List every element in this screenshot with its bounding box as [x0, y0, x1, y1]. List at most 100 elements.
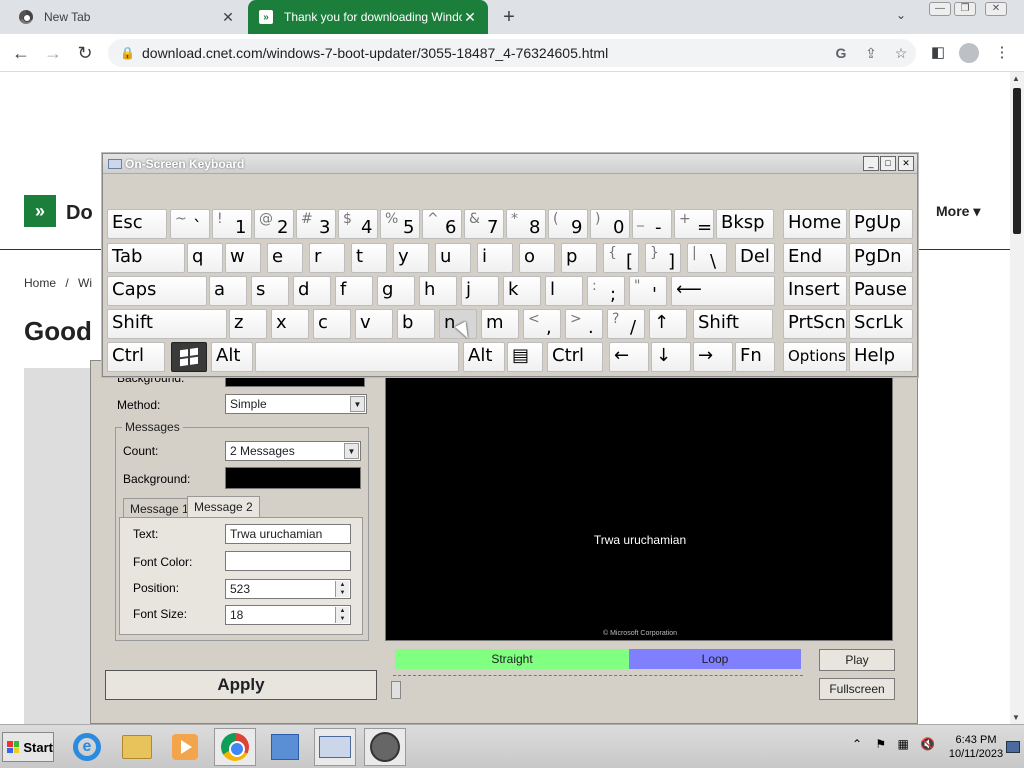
key-symbol[interactable]: ↑	[649, 309, 687, 339]
close-icon[interactable]: ✕	[220, 9, 236, 26]
key-z[interactable]: z	[229, 309, 267, 339]
spinner-arrows-icon[interactable]: ▲ ▼	[335, 607, 349, 623]
key-v[interactable]: v	[355, 309, 393, 339]
loop-segment[interactable]: Loop	[629, 649, 801, 669]
osk-minimize-button[interactable]: _	[863, 156, 879, 171]
key-3[interactable]: #3	[296, 209, 336, 239]
key-q[interactable]: q	[187, 243, 223, 273]
key-[interactable]: | \	[687, 243, 727, 273]
key-8[interactable]: * 8	[506, 209, 546, 239]
key-ctrl[interactable]: Ctrl	[547, 342, 603, 372]
tray-expand-chevron-icon[interactable]: ⌃	[852, 737, 862, 751]
straight-segment[interactable]: Straight	[395, 649, 629, 669]
key-ctrl[interactable]: Ctrl	[107, 342, 165, 372]
flag-icon[interactable]: ⚑	[875, 737, 886, 751]
key-i[interactable]: i	[477, 243, 513, 273]
key-help[interactable]: Help	[849, 342, 913, 372]
key-j[interactable]: j	[461, 276, 499, 306]
key-6[interactable]: ^ 6	[422, 209, 462, 239]
breadcrumb-item[interactable]: Wi	[78, 276, 92, 290]
window-restore-button[interactable]: ❐	[954, 2, 976, 16]
key-esc[interactable]: Esc	[107, 209, 167, 239]
key-r[interactable]: r	[309, 243, 345, 273]
play-button[interactable]: Play	[819, 649, 895, 671]
address-bar[interactable]: 🔒 download.cnet.com/windows-7-boot-updat…	[108, 39, 916, 67]
key-g[interactable]: g	[377, 276, 415, 306]
key-[interactable]: >.	[565, 309, 603, 339]
key-symbol[interactable]: ←	[609, 342, 649, 372]
key-alt[interactable]: Alt	[211, 342, 253, 372]
key-caps[interactable]: Caps	[107, 276, 207, 306]
tab-search-chevron-icon[interactable]: ⌄	[896, 8, 906, 22]
key-h[interactable]: h	[419, 276, 457, 306]
spinner-arrows-icon[interactable]: ▲ ▼	[335, 581, 349, 597]
key-u[interactable]: u	[435, 243, 471, 273]
key-5[interactable]: % 5	[380, 209, 420, 239]
key-[interactable]: ? /	[607, 309, 645, 339]
back-arrow-icon[interactable]: ←	[10, 42, 32, 64]
key-[interactable]: _ -	[632, 209, 672, 239]
key-p[interactable]: p	[561, 243, 597, 273]
key-4[interactable]: $4	[338, 209, 378, 239]
key-prtscn[interactable]: PrtScn	[783, 309, 847, 339]
key-fn[interactable]: Fn	[735, 342, 775, 372]
fullscreen-button[interactable]: Fullscreen	[819, 678, 895, 700]
side-panel-icon[interactable]: ◧	[928, 43, 948, 63]
bookmark-star-icon[interactable]: ☆	[886, 45, 916, 62]
key-space[interactable]	[255, 342, 459, 372]
file-explorer-icon[interactable]	[116, 728, 158, 766]
key-a[interactable]: a	[209, 276, 247, 306]
key-[interactable]: {[	[603, 243, 639, 273]
timeline-slider-thumb[interactable]	[391, 681, 401, 699]
key-2[interactable]: @2	[254, 209, 294, 239]
key-9[interactable]: (9	[548, 209, 588, 239]
key-shift[interactable]: Shift	[107, 309, 227, 339]
start-button[interactable]: Start	[2, 732, 54, 762]
count-select[interactable]: 2 Messages ▼	[225, 441, 361, 461]
boot-updater-taskbar-icon[interactable]	[364, 728, 406, 766]
key-7[interactable]: & 7	[464, 209, 504, 239]
key-[interactable]: <,	[523, 309, 561, 339]
key-[interactable]: ~ `	[170, 209, 210, 239]
apply-button[interactable]: Apply	[105, 670, 377, 700]
page-scrollbar[interactable]: ▲ ▼	[1010, 72, 1024, 724]
position-stepper[interactable]: 523 ▲ ▼	[225, 579, 351, 599]
profile-avatar-icon[interactable]	[959, 43, 979, 63]
font-color-swatch[interactable]	[225, 551, 351, 571]
window-minimize-button[interactable]: —	[929, 2, 951, 16]
window-close-button[interactable]: ✕	[985, 2, 1007, 16]
volume-icon[interactable]: 🔇	[920, 737, 935, 751]
reload-icon[interactable]: ↻	[74, 42, 96, 64]
tab-new-tab[interactable]: New Tab ✕	[8, 0, 246, 34]
key-shift[interactable]: Shift	[693, 309, 773, 339]
key-tab[interactable]: Tab	[107, 243, 185, 273]
chrome-taskbar-icon[interactable]	[214, 728, 256, 766]
key-bksp[interactable]: Bksp	[716, 209, 774, 239]
forward-arrow-icon[interactable]: →	[42, 42, 64, 64]
osk-close-button[interactable]: ✕	[898, 156, 914, 171]
key-s[interactable]: s	[251, 276, 289, 306]
breadcrumb-home[interactable]: Home	[24, 276, 56, 290]
key-f[interactable]: f	[335, 276, 373, 306]
cnet-logo-icon[interactable]: »	[24, 195, 56, 227]
method-select[interactable]: Simple ▼	[225, 394, 367, 414]
media-player-icon[interactable]	[164, 728, 206, 766]
key-o[interactable]: o	[519, 243, 555, 273]
key-t[interactable]: t	[351, 243, 387, 273]
key-end[interactable]: End	[783, 243, 847, 273]
key-m[interactable]: m	[481, 309, 519, 339]
new-tab-button[interactable]: +	[498, 6, 520, 28]
key-pgdn[interactable]: PgDn	[849, 243, 913, 273]
system-clock[interactable]: 6:43 PM 10/11/2023	[940, 733, 1012, 761]
key-insert[interactable]: Insert	[783, 276, 847, 306]
key-symbol[interactable]: ↓	[651, 342, 691, 372]
key-windows[interactable]	[171, 342, 207, 372]
key-symbol[interactable]: →	[693, 342, 733, 372]
key-[interactable]: " '	[629, 276, 667, 306]
key-b[interactable]: b	[397, 309, 435, 339]
scroll-thumb[interactable]	[1013, 88, 1021, 234]
key-options[interactable]: Options	[783, 342, 847, 372]
timeline-slider[interactable]	[393, 675, 803, 689]
key-pgup[interactable]: PgUp	[849, 209, 913, 239]
key-del[interactable]: Del	[735, 243, 775, 273]
